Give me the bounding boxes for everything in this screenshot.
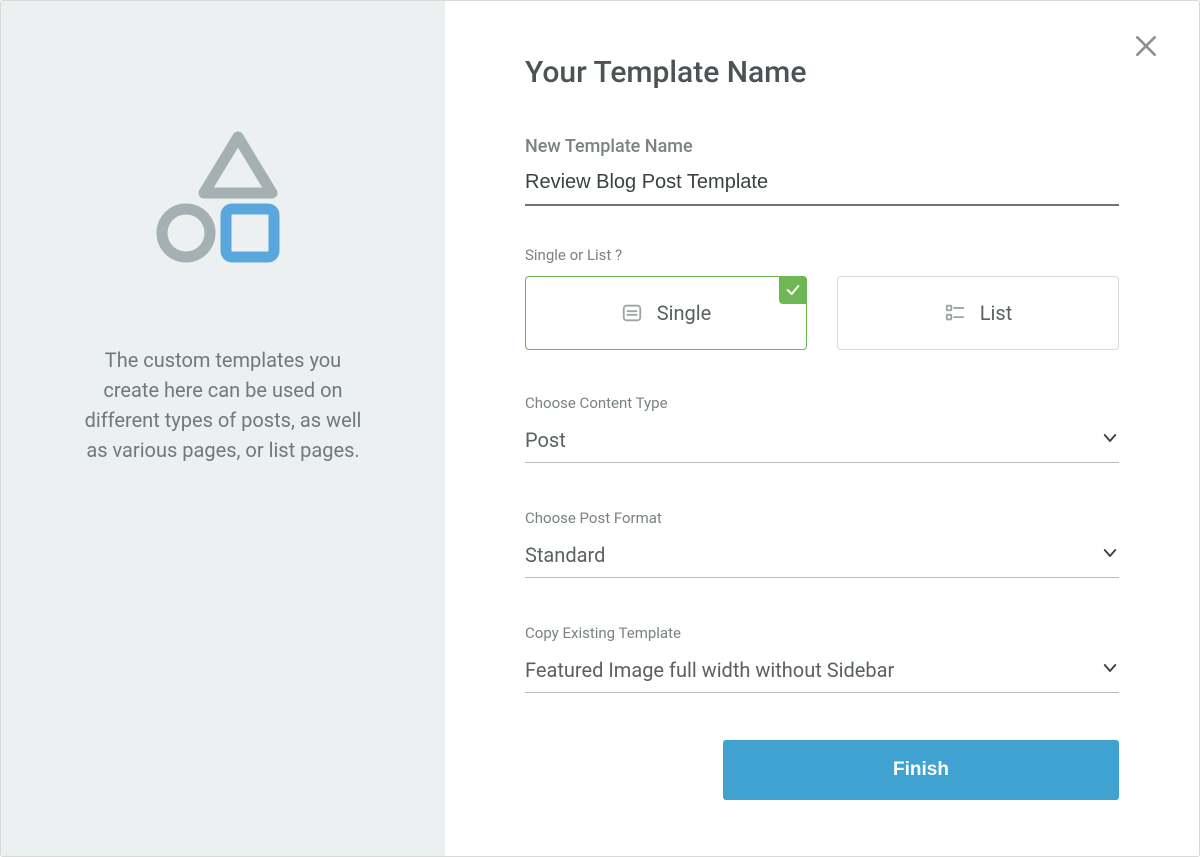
mode-option-list[interactable]: List xyxy=(837,276,1119,350)
square-icon xyxy=(226,209,274,257)
close-icon xyxy=(1133,33,1159,59)
page-title: Your Template Name xyxy=(525,55,1119,90)
close-button[interactable] xyxy=(1133,33,1159,63)
template-modal: The custom templates you create here can… xyxy=(0,0,1200,857)
finish-button[interactable]: Finish xyxy=(723,740,1119,800)
info-panel: The custom templates you create here can… xyxy=(1,1,445,856)
mode-toggle-group: Single List xyxy=(525,276,1119,350)
post-format-group: Choose Post Format Standard xyxy=(525,509,1119,578)
list-icon xyxy=(944,302,966,324)
info-description: The custom templates you create here can… xyxy=(83,345,363,465)
copy-template-group: Copy Existing Template Featured Image fu… xyxy=(525,624,1119,693)
content-type-value: Post xyxy=(525,428,566,452)
shapes-svg xyxy=(148,129,298,289)
copy-template-label: Copy Existing Template xyxy=(525,624,1119,642)
template-name-label: New Template Name xyxy=(525,136,1119,157)
content-type-select[interactable]: Post xyxy=(525,424,1119,463)
footer: Finish xyxy=(525,740,1119,826)
content-type-label: Choose Content Type xyxy=(525,394,1119,412)
copy-template-select[interactable]: Featured Image full width without Sideba… xyxy=(525,654,1119,693)
mode-label: Single or List ? xyxy=(525,246,1119,264)
selected-badge xyxy=(779,276,807,304)
template-name-input[interactable] xyxy=(525,167,1119,206)
mode-option-single[interactable]: Single xyxy=(525,276,807,350)
content-type-group: Choose Content Type Post xyxy=(525,394,1119,463)
post-format-label: Choose Post Format xyxy=(525,509,1119,527)
mode-list-label: List xyxy=(980,301,1013,325)
circle-icon xyxy=(162,209,210,257)
post-format-value: Standard xyxy=(525,543,605,567)
chevron-down-icon xyxy=(1101,544,1119,566)
chevron-down-icon xyxy=(1101,659,1119,681)
post-format-select[interactable]: Standard xyxy=(525,539,1119,578)
shapes-illustration xyxy=(148,129,298,289)
single-icon xyxy=(621,302,643,324)
check-icon xyxy=(785,282,801,298)
copy-template-value: Featured Image full width without Sideba… xyxy=(525,658,894,682)
form-panel: Your Template Name New Template Name Sin… xyxy=(445,1,1199,856)
mode-single-label: Single xyxy=(657,301,711,325)
chevron-down-icon xyxy=(1101,429,1119,451)
triangle-icon xyxy=(204,137,272,193)
